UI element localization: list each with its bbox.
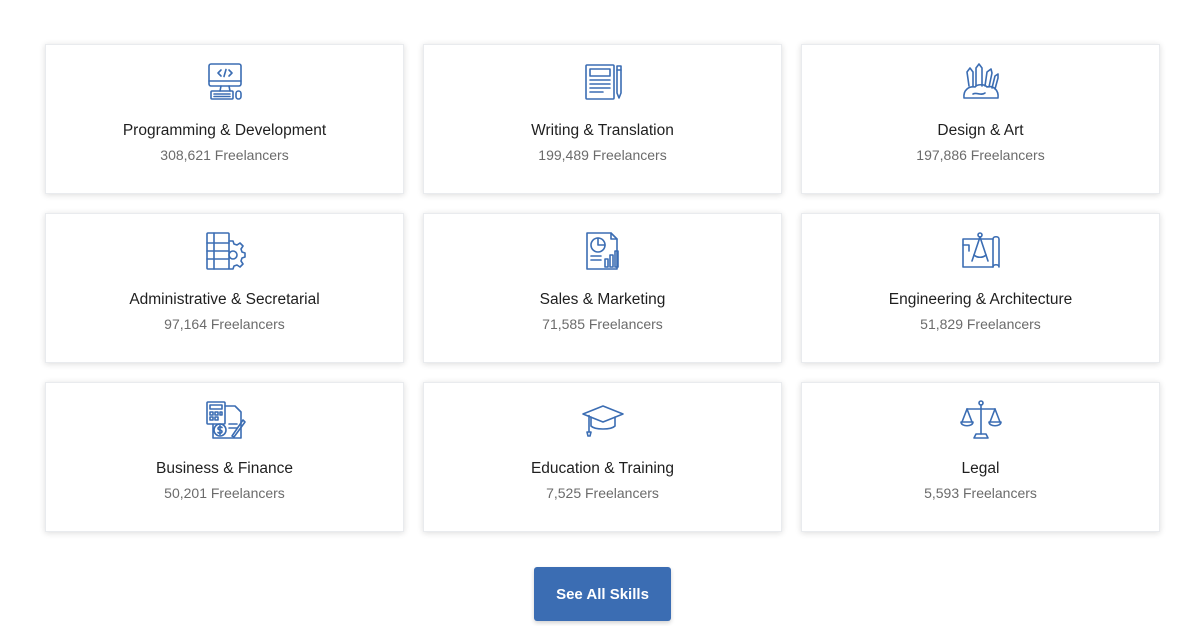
category-card-design[interactable]: Design & Art 197,886 Freelancers [801,44,1160,194]
category-title: Writing & Translation [531,122,674,139]
category-card-engineering[interactable]: Engineering & Architecture 51,829 Freela… [801,213,1160,363]
category-grid: Programming & Development 308,621 Freela… [45,44,1160,532]
category-title: Business & Finance [156,460,293,477]
category-card-education[interactable]: Education & Training 7,525 Freelancers [423,382,782,532]
category-title: Design & Art [937,122,1024,139]
document-writing-icon [581,60,625,104]
freelancer-count: 71,585 Freelancers [542,316,663,332]
category-card-sales[interactable]: Sales & Marketing 71,585 Freelancers [423,213,782,363]
freelancer-count: 308,621 Freelancers [160,147,289,163]
graduation-cap-icon [581,398,625,442]
category-card-programming[interactable]: Programming & Development 308,621 Freela… [45,44,404,194]
category-title: Education & Training [530,460,675,477]
computer-code-icon [203,60,247,104]
category-card-legal[interactable]: Legal 5,593 Freelancers [801,382,1160,532]
see-all-skills-button[interactable]: See All Skills [534,567,671,621]
art-tools-icon [959,60,1003,104]
freelancer-count: 50,201 Freelancers [164,485,285,501]
scales-icon [959,398,1003,442]
category-title: Legal [961,460,1000,477]
calculator-dollar-icon [203,398,247,442]
category-card-administrative[interactable]: Administrative & Secretarial 97,164 Free… [45,213,404,363]
category-card-writing[interactable]: Writing & Translation 199,489 Freelancer… [423,44,782,194]
category-card-business[interactable]: Business & Finance 50,201 Freelancers [45,382,404,532]
category-title: Sales & Marketing [539,291,666,308]
binder-gear-icon [203,229,247,273]
category-title: Administrative & Secretarial [129,291,320,308]
freelancer-count: 97,164 Freelancers [164,316,285,332]
freelancer-count: 199,489 Freelancers [538,147,667,163]
freelancer-count: 5,593 Freelancers [924,485,1037,501]
report-chart-icon [581,229,625,273]
freelancer-count: 51,829 Freelancers [920,316,1041,332]
category-title: Engineering & Architecture [888,291,1073,308]
category-title: Programming & Development [122,122,327,139]
blueprint-compass-icon [959,229,1003,273]
freelancer-count: 197,886 Freelancers [916,147,1045,163]
freelancer-count: 7,525 Freelancers [546,485,659,501]
